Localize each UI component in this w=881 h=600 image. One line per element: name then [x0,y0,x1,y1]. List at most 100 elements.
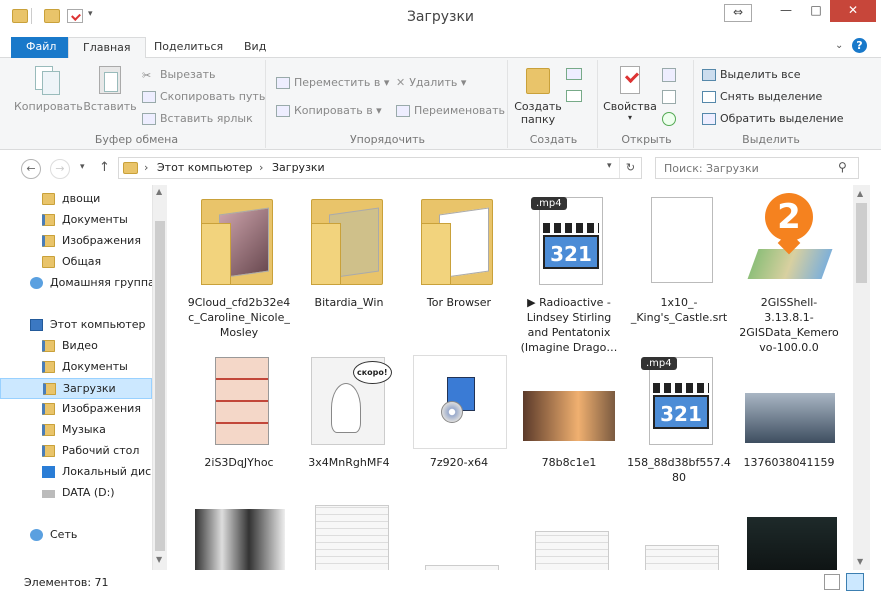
screenshot-thumbnail [411,489,507,570]
library-icon [42,424,55,436]
file-item[interactable]: Bitardia_Win [297,193,401,310]
nav-item[interactable]: Сеть [0,525,152,546]
nav-item[interactable]: DATA (D:) [0,483,152,504]
up-button[interactable]: ↑ [99,160,110,175]
nav-item[interactable]: двощи [0,189,152,210]
nav-scroll-thumb[interactable] [155,221,165,551]
breadcrumb-this-pc[interactable]: Этот компьютер [157,161,253,174]
file-item[interactable]: скоро! 3x4MnRghMF4 [297,353,401,470]
large-icons-view-icon[interactable] [846,573,864,591]
move-to-icon [276,77,290,89]
history-icon[interactable] [662,112,676,126]
file-item[interactable]: Tor Browser [407,193,511,310]
nav-item[interactable]: Изображения [0,399,152,420]
file-name: 2iS3DqJYhoc [204,456,274,469]
breadcrumb-downloads[interactable]: Загрузки [272,161,325,174]
tab-view[interactable]: Вид [230,37,280,58]
file-item[interactable]: .mp4 321 158_88d38bf557.480 [627,353,731,485]
delete-button[interactable]: ✕ Удалить ▾ [396,76,466,89]
select-none-button[interactable]: Снять выделение [702,90,822,103]
search-box[interactable]: ⚲ [655,157,859,179]
invert-selection-button[interactable]: Обратить выделение [702,112,844,125]
scroll-up-icon[interactable]: ▲ [857,189,863,198]
move-to-button[interactable]: Переместить в ▾ [276,76,389,89]
rename-button[interactable]: Переименовать [396,104,505,117]
select-all-button[interactable]: Выделить все [702,68,800,81]
paste-button[interactable]: Вставить [82,64,138,113]
easy-access-icon[interactable] [566,90,582,102]
file-item[interactable] [187,489,291,570]
copy-button[interactable]: Копировать [14,64,83,113]
nav-item[interactable]: Загрузки [0,378,152,399]
minimize-button[interactable]: — [770,0,802,22]
file-item[interactable] [517,489,621,570]
nav-item[interactable]: Документы [0,357,152,378]
edit-icon[interactable] [662,90,676,104]
file-item[interactable]: 2 2GISShell-3.13.8.1-2GISData_Kemerovo-10… [737,193,841,355]
tab-home[interactable]: Главная [68,37,146,58]
paste-shortcut-button[interactable]: Вставить ярлык [142,112,253,125]
back-button[interactable]: ← [21,159,41,179]
forward-button[interactable]: → [50,159,70,179]
maximize-button[interactable]: □ [800,0,832,22]
scroll-up-icon[interactable]: ▲ [156,187,162,196]
nav-item[interactable]: Документы [0,210,152,231]
library-icon [42,235,55,247]
file-item[interactable]: 2iS3DqJYhoc [187,353,291,470]
file-name: 158_88d38bf557.480 [627,456,731,484]
properties-button[interactable]: Свойства ▾ [602,64,658,122]
content-scrollbar[interactable]: ▲ ▼ [853,185,870,570]
file-item[interactable] [297,489,401,570]
file-item[interactable]: 1x10_-_King's_Castle.srt [627,193,731,325]
paste-icon [94,64,126,96]
tab-share[interactable]: Поделиться [140,37,237,58]
file-item[interactable]: 7z920-x64 [407,353,511,470]
library-icon [42,361,55,373]
refresh-icon[interactable]: ↻ [619,158,641,178]
new-item-icon[interactable] [566,68,582,80]
content-scroll-thumb[interactable] [856,203,867,283]
nav-item[interactable]: Домашняя группа [0,273,155,294]
new-folder-icon [522,64,554,96]
file-item[interactable]: .mp4 321 ▶ Radioactive - Lindsey Stirling … [517,193,621,355]
chevron-right-icon[interactable]: › [259,161,263,174]
nav-item[interactable]: Музыка [0,420,152,441]
file-item[interactable]: 1376038041159 [737,353,841,470]
tab-file[interactable]: Файл [11,37,72,58]
new-folder-button[interactable]: Создать папку [510,64,566,126]
search-icon[interactable]: ⚲ [838,160,847,174]
invert-selection-label: Обратить выделение [720,112,844,125]
restore-size-icon[interactable]: ⇔ [724,4,752,22]
nav-item[interactable]: Общая [0,252,152,273]
copy-path-button[interactable]: Скопировать путь [142,90,265,103]
close-button[interactable]: ✕ [830,0,876,22]
nav-item[interactable]: Изображения [0,231,152,252]
nav-item[interactable]: Видео [0,336,152,357]
file-item[interactable] [737,489,841,570]
ribbon-expand-icon[interactable]: ⌄ [835,40,843,51]
details-view-icon[interactable] [824,574,840,590]
address-dropdown-icon[interactable]: ▾ [607,161,612,171]
nav-item-label: Загрузки [63,382,116,395]
paste-label: Вставить [83,100,137,113]
help-icon[interactable]: ? [852,38,867,53]
scroll-down-icon[interactable]: ▼ [156,555,162,564]
copy-to-button[interactable]: Копировать в ▾ [276,104,382,117]
chevron-right-icon[interactable]: › [144,161,148,174]
nav-item[interactable]: Рабочий стол [0,441,152,462]
scroll-down-icon[interactable]: ▼ [857,557,863,566]
recent-locations-icon[interactable]: ▾ [80,162,85,172]
cut-button[interactable]: ✂ Вырезать [142,68,215,82]
delete-icon: ✕ [396,76,406,89]
address-bar[interactable]: › Этот компьютер › Загрузки ▾ ↻ [118,157,642,179]
file-item[interactable]: 9Cloud_cfd2b32e4c_Caroline_Nicole_Mosley [187,193,291,340]
file-item[interactable]: 78b8c1e1 [517,353,621,470]
nav-item[interactable]: Локальный диск [0,462,158,483]
file-item[interactable] [407,489,511,570]
nav-item[interactable]: Этот компьютер [0,315,152,336]
search-input[interactable] [656,158,826,178]
file-item[interactable] [627,489,731,570]
open-file-icon[interactable] [662,68,676,82]
clipboard-group-label: Буфер обмена [94,133,179,146]
nav-scrollbar[interactable]: ▲ ▼ [152,185,167,570]
